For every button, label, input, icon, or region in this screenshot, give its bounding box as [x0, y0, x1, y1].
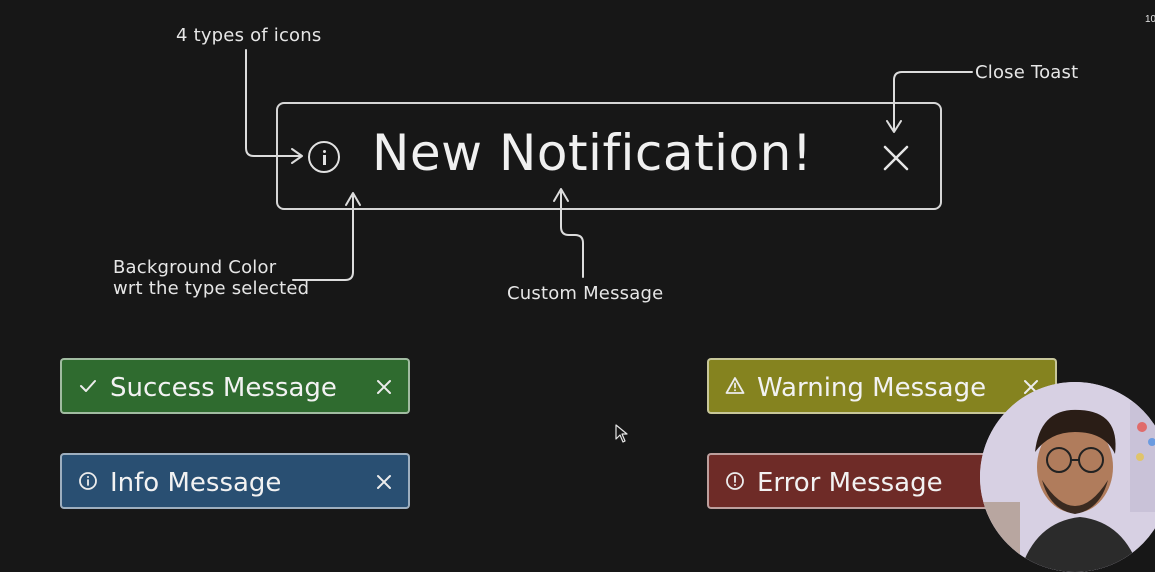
close-icon[interactable] [376, 474, 392, 490]
error-icon [726, 472, 744, 490]
icons-annotation: 4 types of icons [176, 25, 322, 46]
background-annotation-line1: Background Color [113, 257, 277, 278]
info-toast: Info Message [60, 453, 410, 509]
info-toast-label: Info Message [110, 468, 282, 498]
background-annotation: Background Color wrt the type selected [113, 257, 309, 299]
info-icon [308, 141, 340, 173]
warning-toast-label: Warning Message [757, 373, 987, 403]
presenter-image [980, 382, 1155, 572]
close-icon[interactable] [882, 144, 910, 172]
info-icon [79, 472, 97, 490]
warning-icon [725, 377, 745, 394]
warning-toast: Warning Message [707, 358, 1057, 414]
close-icon[interactable] [376, 379, 392, 395]
webcam-overlay [980, 382, 1155, 572]
check-icon [80, 380, 96, 392]
corner-text: 10 [1145, 14, 1155, 25]
cursor-icon [615, 424, 628, 443]
success-toast-label: Success Message [110, 373, 337, 403]
example-toast: New Notification! [276, 102, 942, 210]
close-annotation: Close Toast [975, 62, 1079, 83]
custom-message-annotation: Custom Message [507, 283, 664, 304]
background-annotation-line2: wrt the type selected [113, 278, 310, 299]
success-toast: Success Message [60, 358, 410, 414]
error-toast-label: Error Message [757, 468, 943, 498]
toast-message: New Notification! [372, 124, 813, 182]
